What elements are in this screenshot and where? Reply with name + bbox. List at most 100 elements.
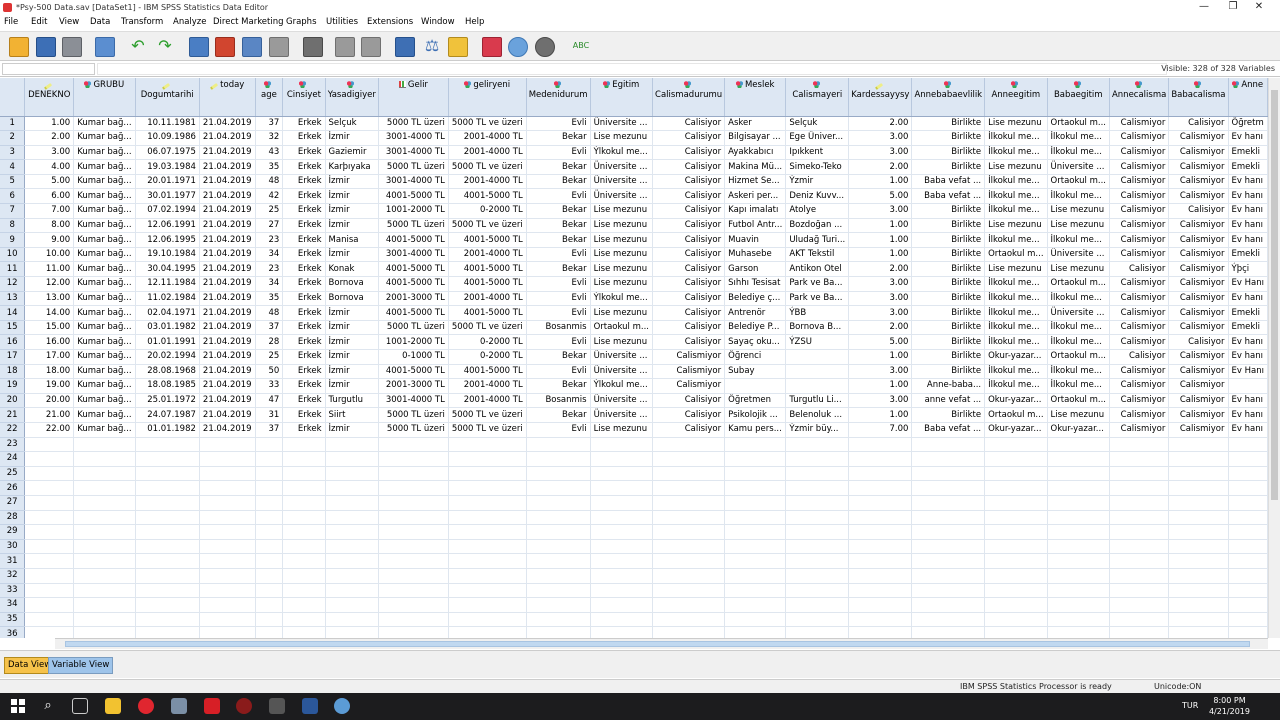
- empty-cell[interactable]: [135, 495, 200, 511]
- empty-cell[interactable]: [448, 480, 527, 496]
- empty-cell[interactable]: [1109, 437, 1170, 453]
- empty-cell[interactable]: [24, 495, 75, 511]
- data-cell[interactable]: Ev hanı: [1228, 407, 1268, 423]
- menu-file[interactable]: File: [4, 17, 18, 27]
- data-cell[interactable]: 21.00: [24, 407, 75, 423]
- data-cell[interactable]: Calisiyor: [652, 393, 726, 409]
- data-cell[interactable]: 5000 TL üzeri: [378, 422, 449, 438]
- data-cell[interactable]: 12.11.1984: [135, 276, 200, 292]
- data-cell[interactable]: 1001-2000 TL: [378, 203, 449, 219]
- data-cell[interactable]: 1.00: [848, 378, 913, 394]
- data-cell[interactable]: 3.00: [848, 364, 913, 380]
- data-cell[interactable]: Calisiyor: [652, 130, 726, 146]
- data-cell[interactable]: Bekar: [526, 378, 591, 394]
- row-number[interactable]: 34: [0, 597, 26, 613]
- empty-cell[interactable]: [73, 510, 136, 526]
- data-cell[interactable]: Belediye ç...: [724, 291, 787, 307]
- data-cell[interactable]: İzmir: [325, 349, 380, 365]
- data-cell[interactable]: Erkek: [282, 320, 326, 336]
- empty-cell[interactable]: [526, 597, 591, 613]
- data-cell[interactable]: Erkek: [282, 247, 326, 263]
- empty-cell[interactable]: [590, 524, 654, 540]
- empty-cell[interactable]: [73, 612, 136, 628]
- data-cell[interactable]: 9.00: [24, 232, 75, 248]
- empty-cell[interactable]: [590, 437, 654, 453]
- data-cell[interactable]: Erkek: [282, 130, 326, 146]
- data-cell[interactable]: 1001-2000 TL: [378, 334, 449, 350]
- empty-cell[interactable]: [590, 495, 654, 511]
- data-cell[interactable]: Erkek: [282, 334, 326, 350]
- empty-cell[interactable]: [24, 524, 75, 540]
- data-cell[interactable]: 22.00: [24, 422, 75, 438]
- data-cell[interactable]: Ev hanı: [1228, 188, 1268, 205]
- data-cell[interactable]: Calismiyor: [1168, 247, 1229, 263]
- data-cell[interactable]: Sayaç oku...: [724, 334, 787, 350]
- data-cell[interactable]: 3.00: [848, 276, 913, 292]
- column-header-annebabaevlilik[interactable]: Annebabaevlilik: [911, 78, 986, 117]
- empty-cell[interactable]: [526, 568, 591, 584]
- empty-cell[interactable]: [199, 451, 256, 467]
- print-icon[interactable]: [62, 37, 82, 57]
- empty-cell[interactable]: [652, 568, 726, 584]
- data-cell[interactable]: 21.04.2019: [199, 116, 256, 132]
- empty-cell[interactable]: [24, 451, 75, 467]
- empty-cell[interactable]: [911, 583, 986, 599]
- data-cell[interactable]: 5000 TL üzeri: [378, 159, 449, 175]
- empty-cell[interactable]: [984, 451, 1048, 467]
- data-cell[interactable]: 3001-4000 TL: [378, 145, 449, 161]
- data-cell[interactable]: Calismiyor: [1168, 145, 1229, 161]
- data-cell[interactable]: 5000 TL ve üzeri: [448, 116, 527, 132]
- data-cell[interactable]: Ortaokul m...: [590, 320, 654, 336]
- empty-cell[interactable]: [325, 480, 380, 496]
- data-cell[interactable]: Evli: [526, 276, 591, 292]
- menu-graphs[interactable]: Graphs: [286, 17, 317, 27]
- row-number[interactable]: 5: [0, 174, 26, 190]
- data-cell[interactable]: ÝBB: [785, 305, 850, 321]
- data-cell[interactable]: İlkokul me...: [984, 232, 1048, 248]
- data-cell[interactable]: İlkokul me...: [984, 276, 1048, 292]
- data-cell[interactable]: Ýlkokul me...: [590, 145, 654, 161]
- data-cell[interactable]: 5.00: [848, 188, 913, 205]
- data-cell[interactable]: İzmir: [325, 334, 380, 350]
- empty-cell[interactable]: [911, 451, 986, 467]
- empty-cell[interactable]: [24, 583, 75, 599]
- data-cell[interactable]: 3001-4000 TL: [378, 130, 449, 146]
- menu-analyze[interactable]: Analyze: [173, 17, 207, 27]
- empty-cell[interactable]: [255, 568, 284, 584]
- empty-cell[interactable]: [1047, 612, 1110, 628]
- empty-cell[interactable]: [652, 583, 726, 599]
- data-cell[interactable]: 2.00: [848, 320, 913, 336]
- data-cell[interactable]: Calismiyor: [1109, 145, 1170, 161]
- data-cell[interactable]: Emekli: [1228, 305, 1268, 321]
- data-cell[interactable]: Calisiyor: [652, 218, 726, 234]
- data-cell[interactable]: 02.04.1971: [135, 305, 200, 321]
- empty-cell[interactable]: [1228, 612, 1268, 628]
- data-cell[interactable]: 5000 TL ve üzeri: [448, 218, 527, 234]
- empty-cell[interactable]: [199, 539, 256, 555]
- data-cell[interactable]: Üniversite ...: [590, 159, 654, 175]
- data-cell[interactable]: Calismiyor: [1168, 320, 1229, 336]
- data-cell[interactable]: 42: [255, 188, 284, 205]
- empty-cell[interactable]: [848, 524, 913, 540]
- empty-cell[interactable]: [1047, 524, 1110, 540]
- data-cell[interactable]: Gaziemir: [325, 145, 380, 161]
- data-cell[interactable]: İzmir: [325, 305, 380, 321]
- data-cell[interactable]: Evli: [526, 334, 591, 350]
- empty-cell[interactable]: [282, 480, 326, 496]
- empty-cell[interactable]: [984, 495, 1048, 511]
- data-cell[interactable]: Birlikte: [911, 203, 986, 219]
- data-cell[interactable]: Psikolojik ...: [724, 407, 787, 423]
- cell-value-box[interactable]: [97, 63, 1167, 75]
- data-cell[interactable]: [785, 349, 850, 365]
- data-cell[interactable]: Deniz Kuvv...: [785, 188, 850, 205]
- data-cell[interactable]: [785, 364, 850, 380]
- data-cell[interactable]: İzmir: [325, 174, 380, 190]
- empty-cell[interactable]: [1228, 524, 1268, 540]
- empty-cell[interactable]: [135, 437, 200, 453]
- use-sets-icon[interactable]: [482, 37, 502, 57]
- column-header-denekno[interactable]: DENEKNO: [24, 78, 75, 117]
- data-cell[interactable]: 2001-4000 TL: [448, 393, 527, 409]
- data-cell[interactable]: 11.02.1984: [135, 291, 200, 307]
- empty-cell[interactable]: [1047, 480, 1110, 496]
- empty-cell[interactable]: [984, 437, 1048, 453]
